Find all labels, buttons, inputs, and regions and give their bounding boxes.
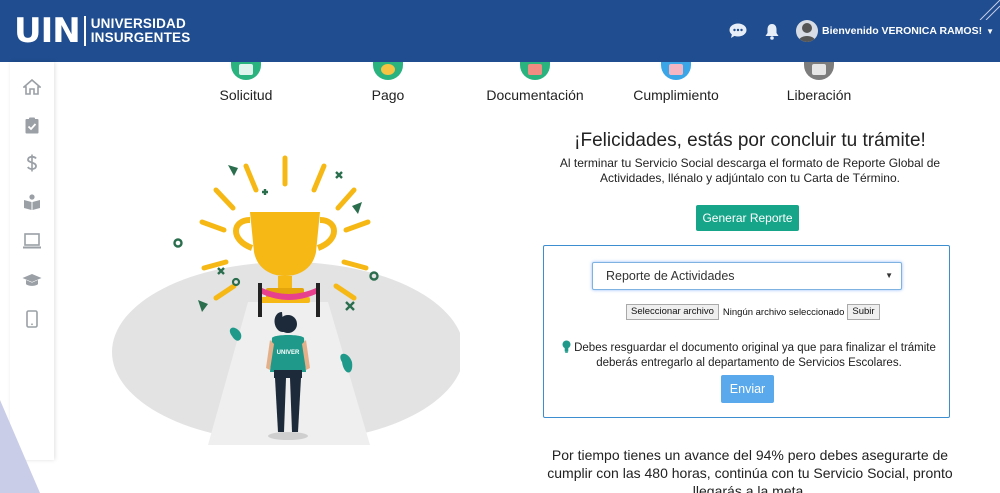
chevron-down-icon: ▼	[885, 271, 893, 280]
graduation-cap-icon	[22, 273, 42, 286]
select-value: Reporte de Actividades	[606, 269, 735, 283]
choose-file-button[interactable]: Seleccionar archivo	[626, 304, 719, 320]
step-label: Pago	[371, 87, 405, 103]
step-solicitud[interactable]: Solicitud	[203, 62, 289, 103]
instructions-text: Al terminar tu Servicio Social descarga …	[559, 156, 941, 185]
sidebar-item-study[interactable]	[21, 191, 43, 213]
send-button[interactable]: Enviar	[721, 375, 774, 403]
tablet-icon	[26, 310, 38, 328]
flag-pin-icon	[804, 62, 834, 80]
reminder-note: Debes resguardar el documento original y…	[560, 340, 938, 371]
logo-line-2: INSURGENTES	[90, 30, 191, 45]
step-label: Solicitud	[219, 87, 273, 103]
clipboard-check-icon	[25, 117, 39, 133]
chevron-down-icon[interactable]: ▼	[986, 27, 994, 36]
step-label: Cumplimiento	[633, 87, 719, 103]
decorative-lines	[979, 0, 1000, 20]
step-cumplimiento[interactable]: Cumplimiento	[628, 62, 724, 103]
university-logo[interactable]: UIN UNIVERSIDAD INSURGENTES	[14, 11, 190, 51]
generate-report-button[interactable]: Generar Reporte	[696, 205, 799, 231]
lightbulb-icon	[562, 340, 571, 353]
page-title: ¡Felicidades, estás por concluir tu trám…	[574, 130, 926, 151]
sidebar-item-online[interactable]	[21, 230, 43, 252]
logo-mark: UIN	[14, 11, 81, 51]
laptop-icon	[23, 233, 41, 249]
calendar-pin-icon	[661, 62, 691, 80]
top-navbar: UIN UNIVERSIDAD INSURGENTES Bienvenido V…	[0, 0, 1000, 62]
decorative-wedge	[0, 400, 40, 493]
step-label: Documentación	[486, 87, 584, 103]
logo-line-1: UNIVERSIDAD	[90, 16, 186, 31]
selected-file-name: Ningún archivo seleccionado	[722, 306, 845, 318]
step-label: Liberación	[786, 87, 852, 103]
page: UIN UNIVERSIDAD INSURGENTES Bienvenido V…	[0, 0, 1000, 493]
sidebar-item-tasks[interactable]	[21, 114, 43, 136]
upload-card: Reporte de Actividades ▼ Seleccionar arc…	[543, 245, 950, 418]
document-pin-icon	[231, 62, 261, 80]
note-text: Debes resguardar el documento original y…	[574, 342, 936, 369]
person-book-icon	[24, 194, 40, 210]
step-liberacion[interactable]: Liberación	[782, 62, 856, 103]
coin-pin-icon	[373, 62, 403, 80]
user-greeting[interactable]: Bienvenido VERONICA RAMOS!	[822, 25, 982, 37]
process-steps: Solicitud Pago Documentación Cumplimient…	[0, 62, 1000, 106]
file-picker-row: Seleccionar archivo Ningún archivo selec…	[626, 304, 880, 320]
step-documentacion[interactable]: Documentación	[480, 62, 590, 103]
trophy-illustration: UNIVER	[112, 155, 460, 445]
chat-bubble-icon[interactable]	[728, 21, 748, 41]
dollar-icon	[27, 154, 37, 172]
sidebar-item-mobile[interactable]	[21, 308, 43, 330]
sidebar-item-graduation[interactable]	[21, 269, 43, 291]
bell-icon[interactable]	[762, 21, 782, 41]
upload-button[interactable]: Subir	[847, 304, 880, 320]
folder-pin-icon	[520, 62, 550, 80]
document-type-select[interactable]: Reporte de Actividades ▼	[592, 262, 902, 290]
sidebar-item-payments[interactable]	[21, 152, 43, 174]
avatar[interactable]	[796, 20, 819, 42]
step-pago[interactable]: Pago	[358, 62, 418, 103]
progress-message: Por tiempo tienes un avance del 94% pero…	[547, 447, 953, 493]
logo-divider	[83, 16, 86, 46]
logo-words: UNIVERSIDAD INSURGENTES	[91, 17, 191, 45]
shirt-logo-text: UNIVER	[277, 350, 300, 356]
